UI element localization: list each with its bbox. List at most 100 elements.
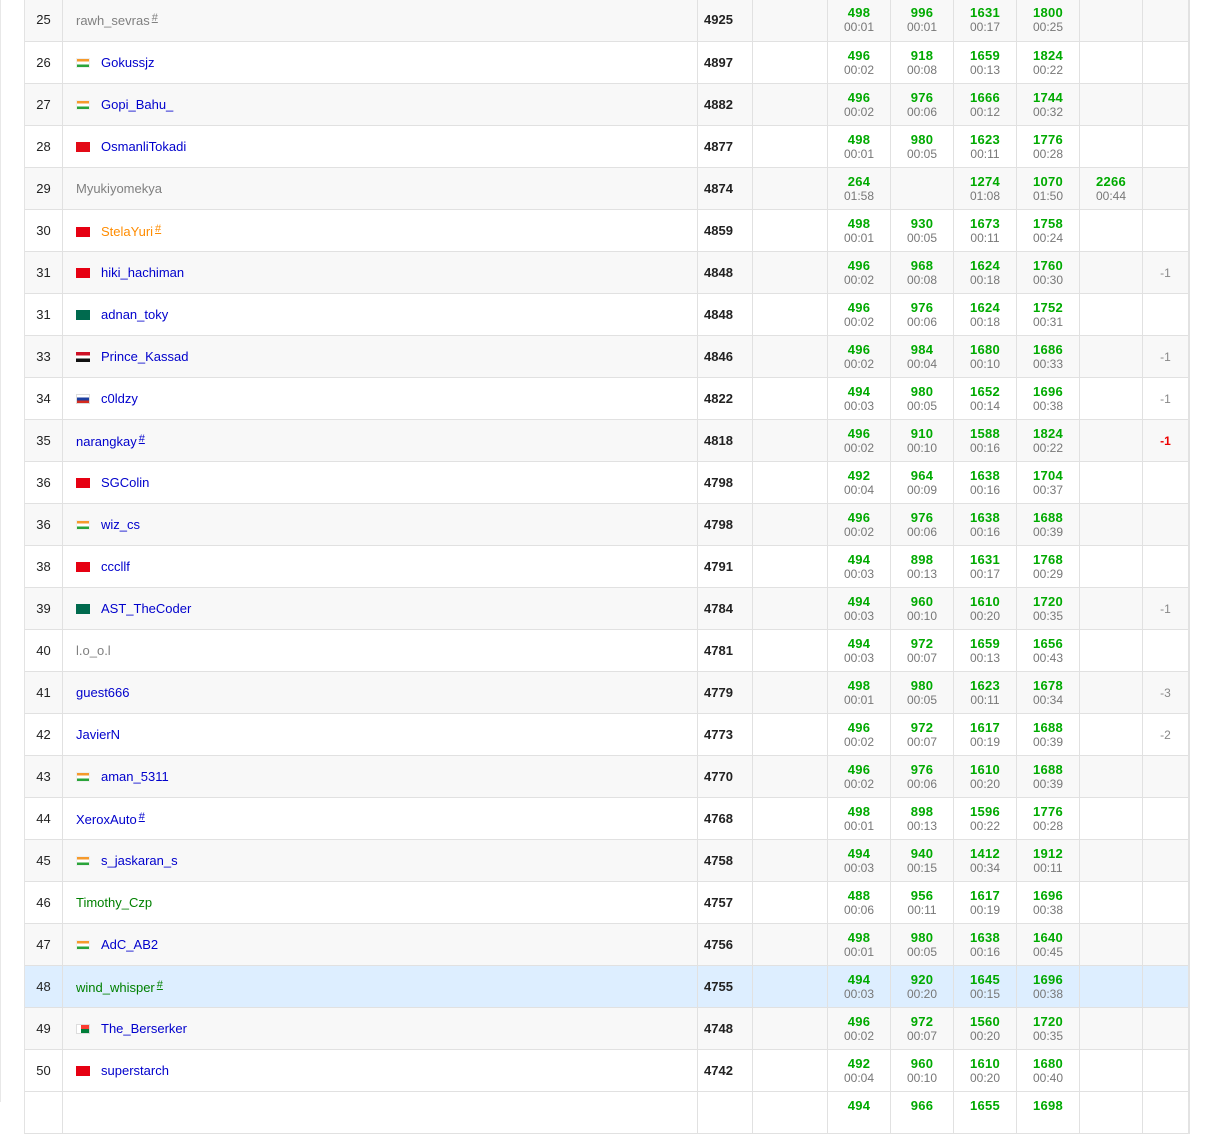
problem-cell[interactable]: 1623 00:11 — [953, 125, 1017, 168]
problem-cell[interactable] — [1079, 293, 1143, 336]
rejected-cell[interactable]: -1 — [1142, 587, 1188, 630]
participant-handle[interactable]: Myukiyomekya — [76, 181, 162, 196]
problem-cell[interactable]: 1720 00:35 — [1016, 587, 1080, 630]
rejected-cell[interactable] — [1142, 83, 1188, 126]
problem-cell[interactable]: 1652 00:14 — [953, 377, 1017, 420]
problem-cell[interactable]: 498 00:01 — [827, 125, 891, 168]
rejected-cell[interactable] — [1142, 1007, 1188, 1050]
problem-cell[interactable] — [1079, 671, 1143, 714]
problem-cell[interactable]: 494 00:03 — [827, 545, 891, 588]
problem-cell[interactable]: 1696 00:38 — [1016, 377, 1080, 420]
problem-cell[interactable]: 980 00:05 — [890, 125, 954, 168]
problem-cell[interactable]: 1640 00:45 — [1016, 923, 1080, 966]
participant-handle[interactable]: narangkay — [76, 434, 137, 449]
problem-cell[interactable]: 494 00:03 — [827, 629, 891, 672]
participant-handle[interactable]: The_Berserker — [101, 1021, 187, 1036]
problem-cell[interactable]: 498 00:01 — [827, 209, 891, 252]
problem-cell[interactable]: 1688 00:39 — [1016, 503, 1080, 546]
problem-cell[interactable] — [1079, 965, 1143, 1008]
participant-handle[interactable]: guest666 — [76, 685, 130, 700]
problem-cell[interactable] — [1079, 797, 1143, 840]
participant-handle[interactable]: XeroxAuto — [76, 812, 137, 827]
problem-cell[interactable]: 1656 00:43 — [1016, 629, 1080, 672]
problem-cell[interactable] — [1079, 1091, 1143, 1134]
problem-cell[interactable]: 1760 00:30 — [1016, 251, 1080, 294]
problem-cell[interactable]: 956 00:11 — [890, 881, 954, 924]
problem-cell[interactable]: 1686 00:33 — [1016, 335, 1080, 378]
rejected-cell[interactable]: -3 — [1142, 671, 1188, 714]
problem-cell[interactable]: 1666 00:12 — [953, 83, 1017, 126]
problem-cell[interactable] — [1079, 41, 1143, 84]
rejected-cell[interactable] — [1142, 881, 1188, 924]
problem-cell[interactable] — [1079, 1007, 1143, 1050]
participant-handle[interactable]: StelaYuri — [101, 224, 153, 239]
problem-cell[interactable]: 964 00:09 — [890, 461, 954, 504]
problem-cell[interactable]: 2266 00:44 — [1079, 167, 1143, 210]
problem-cell[interactable]: 1776 00:28 — [1016, 797, 1080, 840]
problem-cell[interactable]: 918 00:08 — [890, 41, 954, 84]
rejected-cell[interactable] — [1142, 293, 1188, 336]
problem-cell[interactable]: 966 — [890, 1091, 954, 1134]
participant-handle[interactable]: l.o_o.l — [76, 643, 111, 658]
problem-cell[interactable] — [1079, 755, 1143, 798]
rejected-cell[interactable] — [1142, 209, 1188, 252]
problem-cell[interactable]: 492 00:04 — [827, 461, 891, 504]
problem-cell[interactable]: 494 00:03 — [827, 839, 891, 882]
problem-cell[interactable]: 496 00:02 — [827, 335, 891, 378]
participant-handle[interactable]: wind_whisper — [76, 980, 155, 995]
problem-cell[interactable]: 1912 00:11 — [1016, 839, 1080, 882]
problem-cell[interactable]: 1659 00:13 — [953, 41, 1017, 84]
problem-cell[interactable]: 1610 00:20 — [953, 755, 1017, 798]
problem-cell[interactable]: 496 00:02 — [827, 755, 891, 798]
problem-cell[interactable]: 910 00:10 — [890, 419, 954, 462]
problem-cell[interactable]: 960 00:10 — [890, 587, 954, 630]
participant-handle[interactable]: Gokussjz — [101, 55, 154, 70]
problem-cell[interactable]: 980 00:05 — [890, 671, 954, 714]
problem-cell[interactable]: 972 00:07 — [890, 1007, 954, 1050]
problem-cell[interactable]: 980 00:05 — [890, 923, 954, 966]
problem-cell[interactable]: 1696 00:38 — [1016, 881, 1080, 924]
rejected-cell[interactable] — [1142, 1091, 1188, 1134]
problem-cell[interactable]: 1638 00:16 — [953, 503, 1017, 546]
problem-cell[interactable] — [890, 167, 954, 210]
problem-cell[interactable] — [1079, 83, 1143, 126]
problem-cell[interactable] — [1079, 125, 1143, 168]
problem-cell[interactable]: 1617 00:19 — [953, 713, 1017, 756]
problem-cell[interactable]: 1800 00:25 — [1016, 0, 1080, 42]
problem-cell[interactable]: 488 00:06 — [827, 881, 891, 924]
unofficial-hash-link[interactable]: # — [157, 979, 163, 991]
problem-cell[interactable] — [1079, 839, 1143, 882]
participant-handle[interactable]: OsmanliTokadi — [101, 139, 186, 154]
problem-cell[interactable] — [1079, 0, 1143, 42]
problem-cell[interactable]: 1752 00:31 — [1016, 293, 1080, 336]
problem-cell[interactable]: 1274 01:08 — [953, 167, 1017, 210]
rejected-cell[interactable] — [1142, 0, 1188, 42]
rejected-cell[interactable]: -1 — [1142, 377, 1188, 420]
problem-cell[interactable]: 494 00:03 — [827, 587, 891, 630]
participant-handle[interactable]: rawh_sevras — [76, 13, 150, 28]
rejected-cell[interactable] — [1142, 1049, 1188, 1092]
problem-cell[interactable]: 1610 00:20 — [953, 587, 1017, 630]
problem-cell[interactable]: 498 00:01 — [827, 923, 891, 966]
problem-cell[interactable]: 496 00:02 — [827, 503, 891, 546]
problem-cell[interactable] — [1079, 713, 1143, 756]
problem-cell[interactable]: 1596 00:22 — [953, 797, 1017, 840]
problem-cell[interactable]: 1631 00:17 — [953, 545, 1017, 588]
participant-handle[interactable]: AST_TheCoder — [101, 601, 191, 616]
problem-cell[interactable]: 1688 00:39 — [1016, 713, 1080, 756]
problem-cell[interactable] — [1079, 923, 1143, 966]
participant-handle[interactable]: hiki_hachiman — [101, 265, 184, 280]
problem-cell[interactable] — [1079, 503, 1143, 546]
problem-cell[interactable]: 498 00:01 — [827, 797, 891, 840]
problem-cell[interactable]: 496 00:02 — [827, 251, 891, 294]
problem-cell[interactable]: 1824 00:22 — [1016, 419, 1080, 462]
unofficial-hash-link[interactable]: # — [152, 12, 158, 24]
rejected-cell[interactable] — [1142, 923, 1188, 966]
rejected-cell[interactable] — [1142, 167, 1188, 210]
problem-cell[interactable]: 1655 — [953, 1091, 1017, 1134]
problem-cell[interactable]: 1638 00:16 — [953, 923, 1017, 966]
problem-cell[interactable]: 496 00:02 — [827, 1007, 891, 1050]
rejected-cell[interactable] — [1142, 965, 1188, 1008]
participant-handle[interactable]: Timothy_Czp — [76, 895, 152, 910]
rejected-cell[interactable] — [1142, 545, 1188, 588]
